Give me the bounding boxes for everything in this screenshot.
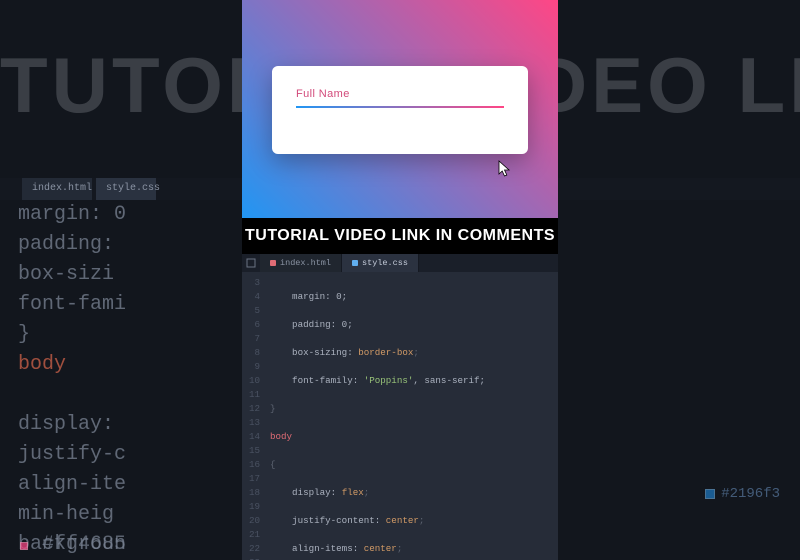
code-line: }: [270, 403, 276, 414]
bg-line: font-fami: [18, 290, 218, 320]
bg-line: [18, 380, 218, 410]
bg-line: min-heig: [18, 500, 218, 530]
line-number: 7: [242, 332, 260, 346]
line-number: 14: [242, 430, 260, 444]
input-underline[interactable]: [296, 106, 504, 108]
explorer-icon[interactable]: [242, 254, 260, 272]
code-token: box-sizing:: [270, 347, 358, 358]
demo-panel: Full Name: [242, 0, 558, 218]
code-token: ;: [419, 515, 425, 526]
code-token: font-family:: [270, 375, 364, 386]
tab-label: index.html: [280, 254, 331, 272]
line-number: 18: [242, 486, 260, 500]
bg-line: justify-c: [18, 440, 218, 470]
bg-code-snippet: margin: 0 padding: box-sizi font-fami } …: [18, 200, 218, 560]
tab-style-css[interactable]: style.css: [342, 254, 419, 272]
color-swatch-icon: [20, 542, 28, 550]
line-number: 22: [242, 542, 260, 556]
line-number: 9: [242, 360, 260, 374]
bg-line: align-ite: [18, 470, 218, 500]
line-number: 21: [242, 528, 260, 542]
line-number: 23: [242, 556, 260, 560]
html-file-icon: [270, 260, 276, 266]
line-number: 6: [242, 318, 260, 332]
css-file-icon: [352, 260, 358, 266]
code-token: ;: [397, 543, 403, 554]
bg-line: margin: 0: [18, 200, 218, 230]
stage: TUTORIAL VIDEO LINK IN COMMENTS index.ht…: [0, 0, 800, 560]
code-token: display:: [270, 487, 342, 498]
code-line: margin: 0;: [270, 291, 347, 302]
center-column: Full Name TUTORIAL VIDEO LINK IN COMMENT…: [242, 0, 558, 560]
bg-line-selector: body: [18, 350, 218, 380]
code-token: center: [386, 515, 419, 526]
code-token: border-box: [358, 347, 413, 358]
code-token: , sans-serif;: [413, 375, 485, 386]
bg-line: box-sizi: [18, 260, 218, 290]
line-number: 16: [242, 458, 260, 472]
bg-line: display:: [18, 410, 218, 440]
code-token: ;: [413, 347, 419, 358]
bg-color-swatch-blue: #2196f3: [705, 486, 780, 502]
line-number: 17: [242, 472, 260, 486]
code-content[interactable]: margin: 0; padding: 0; box-sizing: borde…: [264, 272, 558, 560]
tab-index-html[interactable]: index.html: [260, 254, 342, 272]
line-number: 3: [242, 276, 260, 290]
bg-hex-pink-text: #ff4685: [42, 533, 126, 556]
line-gutter: 3456789101112131415161718192021222324252…: [242, 272, 264, 560]
bg-line: padding:: [18, 230, 218, 260]
code-token: align-items:: [270, 543, 364, 554]
fg-tabbar: index.html style.css: [242, 254, 558, 272]
input-label: Full Name: [296, 88, 504, 100]
line-number: 8: [242, 346, 260, 360]
line-number: 11: [242, 388, 260, 402]
bg-hex-pink: #ff4685: [20, 533, 126, 556]
code-token: flex: [342, 487, 364, 498]
line-number: 4: [242, 290, 260, 304]
code-token: ;: [364, 487, 370, 498]
foreground-editor: index.html style.css 3456789101112131415…: [242, 254, 558, 560]
code-area[interactable]: 3456789101112131415161718192021222324252…: [242, 272, 558, 560]
line-number: 19: [242, 500, 260, 514]
code-token: justify-content:: [270, 515, 386, 526]
code-line: padding: 0;: [270, 319, 353, 330]
line-number: 10: [242, 374, 260, 388]
code-token: center: [364, 543, 397, 554]
bg-tab-style: style.css: [96, 178, 156, 200]
mouse-cursor-icon: [498, 160, 512, 178]
color-swatch-icon: [705, 489, 715, 499]
line-number: 20: [242, 514, 260, 528]
bg-tab-index: index.html: [22, 178, 92, 200]
caption-bar: TUTORIAL VIDEO LINK IN COMMENTS: [242, 218, 558, 254]
bg-swatch-hex: #2196f3: [721, 486, 780, 502]
line-number: 12: [242, 402, 260, 416]
line-number: 5: [242, 304, 260, 318]
code-selector: body: [270, 431, 292, 442]
input-card: Full Name: [272, 66, 528, 154]
code-token: 'Poppins': [364, 375, 414, 386]
bg-line: }: [18, 320, 218, 350]
line-number: 13: [242, 416, 260, 430]
line-number: 15: [242, 444, 260, 458]
tab-label: style.css: [362, 254, 408, 272]
code-line: {: [270, 459, 276, 470]
